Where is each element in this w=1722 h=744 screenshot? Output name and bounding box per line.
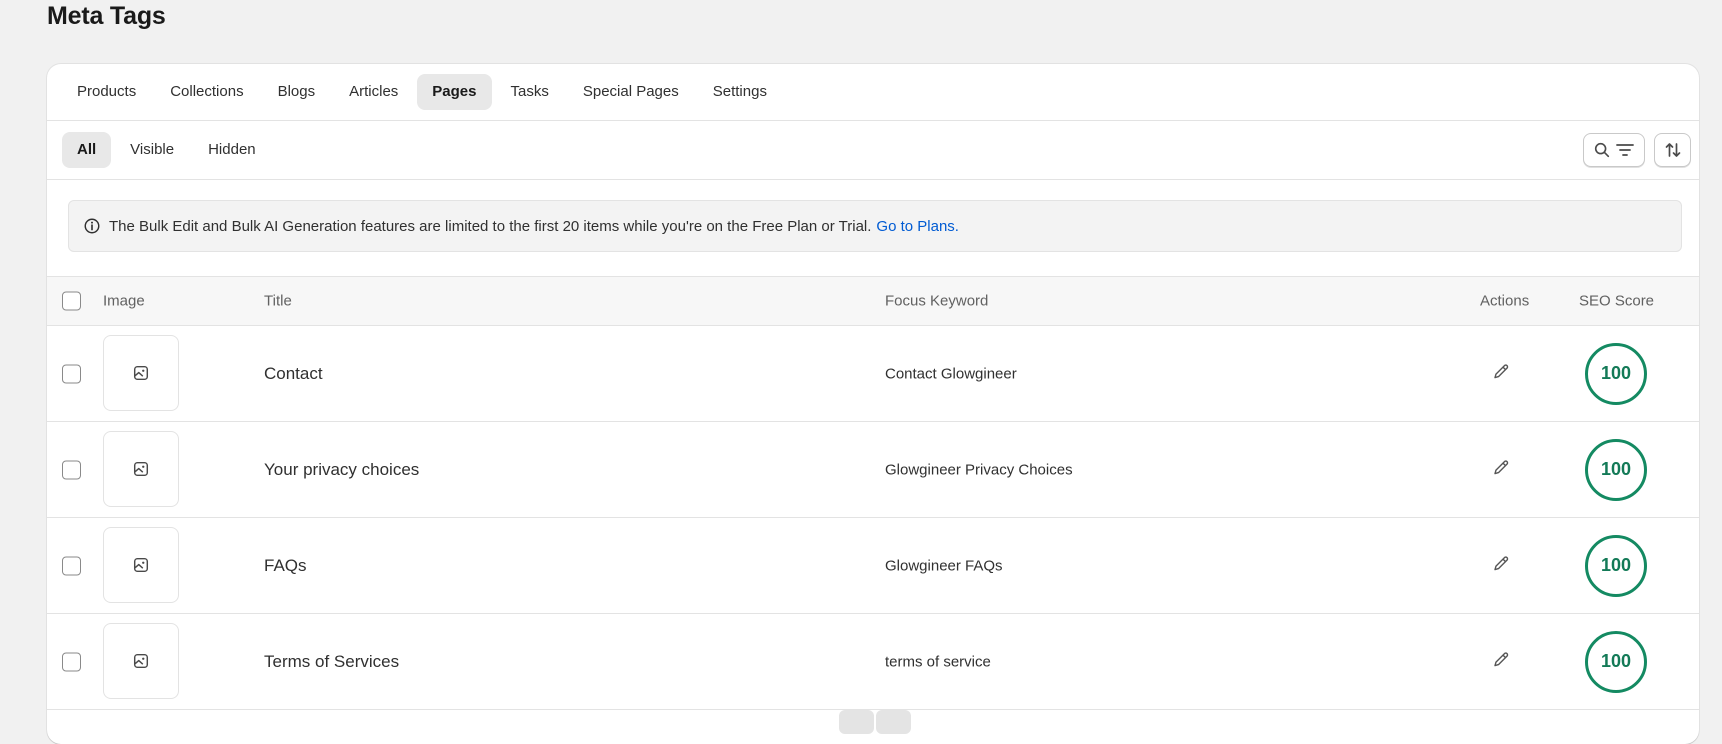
row-checkbox[interactable] (62, 364, 81, 383)
row-checkbox[interactable] (62, 652, 81, 671)
next-page-button[interactable] (876, 710, 911, 734)
row-focus-keyword: Glowgineer Privacy Choices (885, 461, 1073, 478)
header-seo-score[interactable]: SEO Score (1579, 293, 1654, 310)
plan-limit-banner: The Bulk Edit and Bulk AI Generation fea… (68, 200, 1682, 252)
row-title: Your privacy choices (264, 459, 420, 479)
sort-button[interactable] (1654, 133, 1691, 167)
go-to-plans-link[interactable]: Go to Plans. (876, 218, 959, 235)
image-placeholder-icon (133, 557, 149, 573)
seo-score-badge: 100 (1585, 534, 1647, 597)
meta-tags-card: Products Collections Blogs Articles Page… (47, 64, 1699, 744)
filter-all[interactable]: All (62, 132, 112, 168)
search-icon (1594, 142, 1610, 158)
image-placeholder-icon (133, 365, 149, 381)
tab-pages[interactable]: Pages (417, 74, 492, 110)
tab-collections[interactable]: Collections (155, 74, 258, 110)
filter-hidden[interactable]: Hidden (193, 132, 271, 168)
image-placeholder[interactable] (103, 431, 179, 507)
banner-text: The Bulk Edit and Bulk AI Generation fea… (109, 217, 959, 235)
row-focus-keyword: terms of service (885, 653, 991, 670)
sort-arrows-icon (1665, 143, 1680, 157)
row-checkbox[interactable] (62, 556, 81, 575)
tab-special-pages[interactable]: Special Pages (568, 74, 694, 110)
seo-score-badge: 100 (1585, 630, 1647, 693)
row-focus-keyword: Glowgineer FAQs (885, 557, 1003, 574)
search-filter-button[interactable] (1583, 133, 1645, 167)
banner-section: The Bulk Edit and Bulk AI Generation fea… (47, 180, 1699, 277)
filter-lines-icon (1616, 144, 1634, 156)
main-tabs: Products Collections Blogs Articles Page… (47, 64, 1699, 121)
header-image: Image (103, 292, 145, 310)
row-checkbox[interactable] (62, 460, 81, 479)
tab-tasks[interactable]: Tasks (496, 74, 564, 110)
seo-score-badge: 100 (1585, 438, 1647, 501)
edit-pencil-icon[interactable] (1491, 361, 1511, 381)
edit-pencil-icon[interactable] (1491, 649, 1511, 669)
row-focus-keyword: Contact Glowgineer (885, 365, 1017, 382)
table-row[interactable]: Terms of Services terms of service 100 (47, 614, 1699, 710)
header-actions: Actions (1480, 292, 1530, 310)
header-focus-keyword: Focus Keyword (885, 292, 989, 310)
table-header: Image Title Focus Keyword Actions SEO Sc… (47, 277, 1699, 326)
page-title: Meta Tags (47, 2, 166, 30)
image-placeholder[interactable] (103, 335, 179, 411)
previous-page-button[interactable] (839, 710, 874, 734)
filter-visible[interactable]: Visible (115, 132, 189, 168)
seo-score-badge: 100 (1585, 342, 1647, 405)
image-placeholder-icon (133, 653, 149, 669)
row-title: Contact (264, 363, 323, 383)
image-placeholder-icon (133, 461, 149, 477)
info-icon (84, 218, 100, 234)
tab-blogs[interactable]: Blogs (263, 74, 331, 110)
table-row[interactable]: Contact Contact Glowgineer 100 (47, 326, 1699, 422)
header-title[interactable]: Title (264, 293, 292, 310)
image-placeholder[interactable] (103, 623, 179, 699)
table-row[interactable]: Your privacy choices Glowgineer Privacy … (47, 422, 1699, 518)
pagination (839, 710, 911, 734)
image-placeholder[interactable] (103, 527, 179, 603)
edit-pencil-icon[interactable] (1491, 457, 1511, 477)
edit-pencil-icon[interactable] (1491, 553, 1511, 573)
table-row[interactable]: FAQs Glowgineer FAQs 100 (47, 518, 1699, 614)
select-all-checkbox[interactable] (62, 291, 81, 311)
visibility-filters: All Visible Hidden (47, 121, 1699, 180)
tab-settings[interactable]: Settings (698, 74, 782, 110)
tab-articles[interactable]: Articles (334, 74, 413, 110)
tab-products[interactable]: Products (62, 74, 151, 110)
row-title: Terms of Services (264, 651, 400, 671)
row-title: FAQs (264, 555, 307, 575)
